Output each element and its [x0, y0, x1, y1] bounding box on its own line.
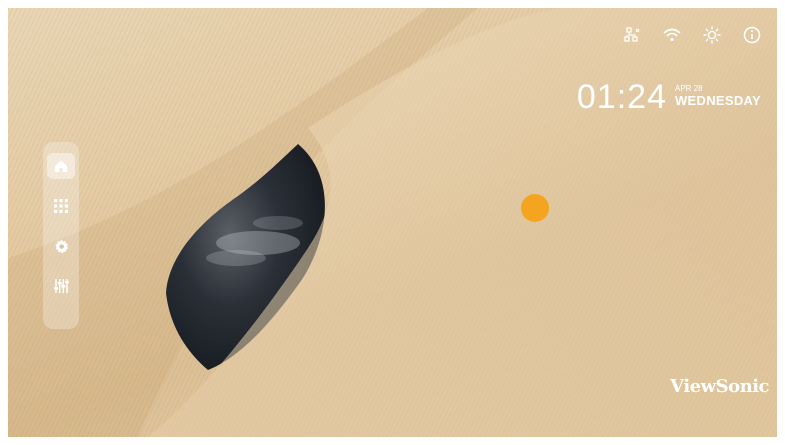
wifi-icon[interactable] — [661, 24, 683, 46]
clock-widget: 01:24 APR 28 WEDNESDAY — [577, 80, 761, 114]
clock-time: 01:24 — [576, 78, 667, 116]
brightness-icon[interactable] — [701, 24, 723, 46]
home-screen: 01:24 APR 28 WEDNESDAY ViewSonic — [8, 8, 777, 437]
status-bar — [621, 24, 763, 46]
sidebar-item-apps[interactable] — [47, 193, 75, 219]
sidebar-item-settings[interactable] — [47, 233, 75, 259]
network-icon[interactable] — [621, 24, 643, 46]
wallpaper-wave-window — [8, 8, 777, 437]
clock-weekday: WEDNESDAY — [674, 93, 761, 109]
clock-date: APR 28 WEDNESDAY — [675, 85, 761, 108]
info-icon[interactable] — [741, 24, 763, 46]
sidebar-dock — [43, 142, 79, 329]
settings-gear-icon — [54, 239, 68, 253]
equalizer-icon — [53, 279, 69, 293]
home-icon — [55, 160, 67, 172]
cursor-pointer-dot — [521, 194, 549, 222]
apps-grid-icon — [54, 199, 68, 213]
sidebar-item-equalizer[interactable] — [47, 273, 75, 299]
viewsonic-logo: ViewSonic — [670, 376, 769, 397]
sidebar-item-home[interactable] — [47, 153, 75, 179]
